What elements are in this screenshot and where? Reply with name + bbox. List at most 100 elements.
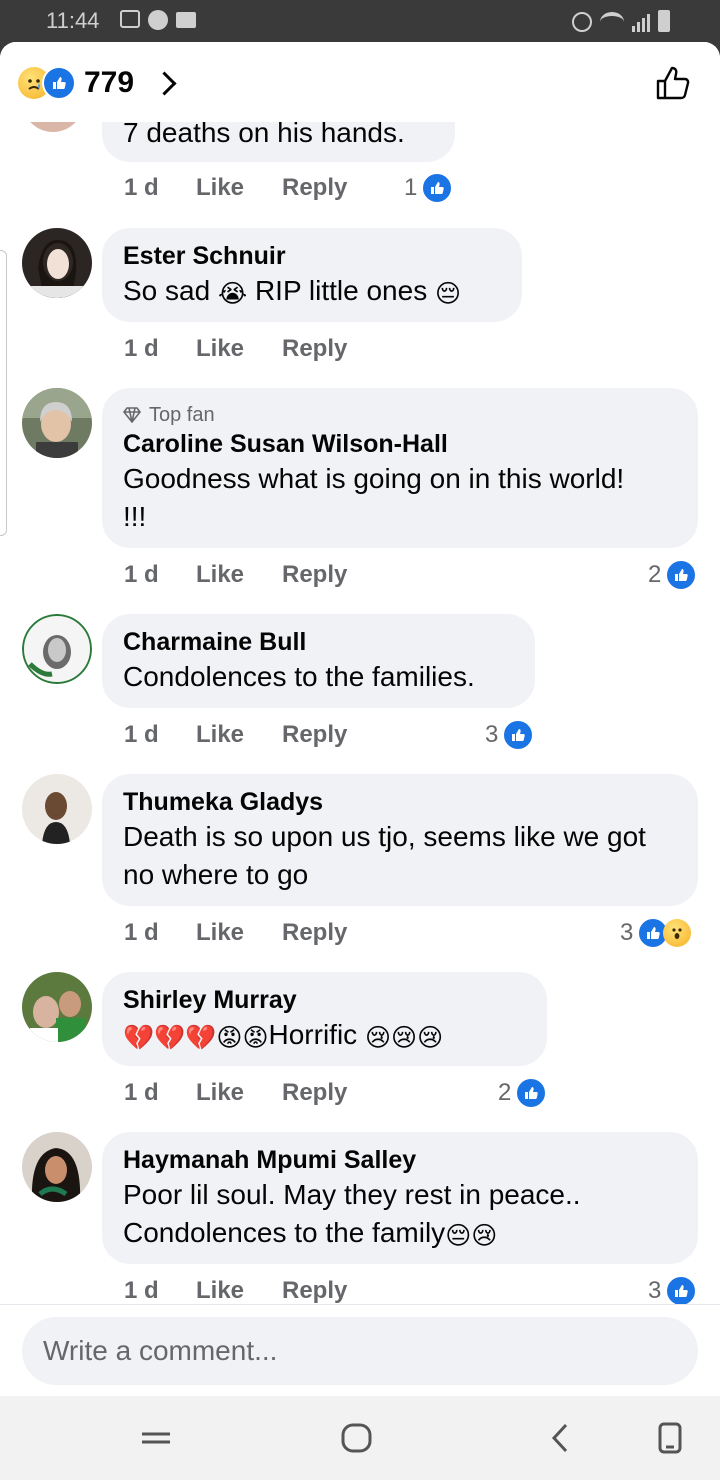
comment-text: Goodness what is going on in this world!…	[123, 463, 625, 532]
like-reaction-icon	[515, 1077, 548, 1109]
comment-reactions[interactable]: 3	[648, 1275, 698, 1307]
system-icons	[572, 10, 670, 32]
reply-button[interactable]: Reply	[282, 919, 347, 947]
comment-text-part: So sad	[123, 275, 218, 306]
emoji-group: 😢😢😢	[364, 1024, 444, 1052]
reaction-count: 3	[648, 1277, 662, 1304]
wow-reaction-icon	[663, 919, 692, 947]
reaction-count: 3	[620, 919, 634, 946]
like-button[interactable]: Like	[196, 561, 282, 589]
like-button[interactable]: Like	[196, 1277, 282, 1305]
comment-actions: 1 d Like Reply	[124, 168, 347, 208]
diamond-icon	[123, 407, 141, 423]
thumbs-up-outline-icon[interactable]	[654, 64, 692, 107]
comment-composer-bar: Write a comment...	[0, 1304, 720, 1396]
like-reaction-icon	[665, 1275, 698, 1307]
reply-button[interactable]: Reply	[282, 1277, 347, 1305]
reply-button[interactable]: Reply	[282, 174, 347, 202]
like-reaction-icon	[665, 559, 698, 591]
comment-reactions[interactable]: 2	[648, 559, 698, 591]
reaction-count: 3	[485, 721, 499, 748]
status-time: 11:44	[46, 8, 100, 33]
comment-bubble: Shirley Murray 💔💔💔😡😡Horrific 😢😢😢	[102, 972, 547, 1066]
music-icon	[148, 10, 168, 30]
folder-icon	[176, 12, 196, 28]
comment-text-part: RIP little ones	[247, 275, 435, 306]
scroll-indicator[interactable]	[0, 250, 7, 536]
chevron-right-icon	[152, 70, 177, 96]
comment-text-part: Condolences to the family	[123, 1217, 446, 1248]
comment-author[interactable]: Shirley Murray	[123, 984, 525, 1016]
reply-button[interactable]: Reply	[282, 1079, 347, 1107]
comment-actions: 1 d Like Reply	[124, 913, 347, 953]
alarm-icon	[572, 12, 592, 32]
reaction-count: 2	[498, 1079, 512, 1106]
comment-input-placeholder: Write a comment...	[43, 1335, 278, 1366]
like-button[interactable]: Like	[196, 1079, 282, 1107]
signal-icon	[632, 12, 650, 32]
like-button[interactable]: Like	[196, 174, 282, 202]
menu-nav-icon[interactable]	[140, 1422, 172, 1459]
like-button[interactable]: Like	[196, 919, 282, 947]
comment-bubble: Top fan Caroline Susan Wilson-Hall Goodn…	[102, 388, 698, 548]
comment-actions: 1 d Like Reply	[124, 555, 347, 595]
avatar[interactable]	[22, 388, 92, 458]
status-bar: 11:44	[0, 0, 720, 42]
reply-button[interactable]: Reply	[282, 721, 347, 749]
recents-nav-icon[interactable]	[656, 1422, 684, 1459]
crying-emoji: 😭	[217, 280, 248, 308]
comment-text: Condolences to the family😔😢	[123, 1214, 676, 1255]
avatar[interactable]	[22, 972, 92, 1042]
comment-actions: 1 d Like Reply	[124, 329, 347, 369]
comment-time: 1 d	[124, 174, 159, 201]
like-button[interactable]: Like	[196, 335, 282, 363]
comment-time: 1 d	[124, 721, 159, 748]
home-nav-icon[interactable]	[340, 1422, 374, 1459]
notification-icons	[120, 10, 196, 30]
comment-actions: 1 d Like Reply	[124, 1073, 347, 1113]
comment-reactions[interactable]: 2	[498, 1077, 548, 1109]
like-reaction-icon	[502, 719, 535, 751]
battery-icon	[658, 10, 670, 32]
comment-time: 1 d	[124, 1079, 159, 1106]
pensive-emoji: 😔	[434, 280, 462, 308]
comment-author[interactable]: Thumeka Gladys	[123, 786, 676, 818]
like-button[interactable]: Like	[196, 721, 282, 749]
comment-time: 1 d	[124, 561, 159, 588]
comment-text: Death is so upon us tjo, seems like we g…	[123, 821, 646, 890]
avatar[interactable]	[22, 228, 92, 298]
comments-sheet: 7 deaths on his hands. 1 d Like Reply 1 …	[0, 42, 720, 1396]
comment-bubble: Ester Schnuir So sad 😭 RIP little ones 😔	[102, 228, 522, 322]
comment-input[interactable]: Write a comment...	[22, 1317, 698, 1385]
comment-actions: 1 d Like Reply	[124, 715, 347, 755]
like-reaction-icon	[42, 66, 76, 100]
avatar[interactable]	[22, 1132, 92, 1202]
gallery-icon	[120, 10, 140, 28]
comment-text: 💔💔💔😡😡Horrific 😢😢😢	[123, 1016, 525, 1057]
comment-author[interactable]: Ester Schnuir	[123, 240, 500, 272]
back-nav-icon[interactable]	[548, 1422, 572, 1459]
wifi-icon	[600, 12, 624, 32]
comment-bubble: Thumeka Gladys Death is so upon us tjo, …	[102, 774, 698, 906]
comment-author[interactable]: Caroline Susan Wilson-Hall	[123, 428, 676, 460]
reaction-total: 779	[84, 66, 135, 99]
comment-bubble: Charmaine Bull Condolences to the famili…	[102, 614, 535, 708]
comment-author[interactable]: Charmaine Bull	[123, 626, 513, 658]
comment-text: Poor lil soul. May they rest in peace..	[123, 1179, 581, 1210]
reply-button[interactable]: Reply	[282, 335, 347, 363]
comment-time: 1 d	[124, 919, 159, 946]
avatar[interactable]	[22, 614, 92, 684]
navigation-bar	[0, 1396, 720, 1480]
comment-bubble: Haymanah Mpumi Salley Poor lil soul. May…	[102, 1132, 698, 1264]
reaction-summary[interactable]: 779	[18, 66, 177, 100]
comment-author[interactable]: Haymanah Mpumi Salley	[123, 1144, 676, 1176]
comment-reactions[interactable]: 3	[485, 719, 535, 751]
comments-list[interactable]: 7 deaths on his hands. 1 d Like Reply 1 …	[0, 42, 720, 1307]
emoji-group: 💔💔💔😡😡	[123, 1024, 269, 1052]
avatar[interactable]	[22, 774, 92, 844]
reply-button[interactable]: Reply	[282, 561, 347, 589]
comment-reactions[interactable]: 1	[404, 172, 454, 204]
comment-text: So sad 😭 RIP little ones 😔	[123, 272, 500, 313]
reaction-count: 1	[404, 174, 418, 201]
comment-reactions[interactable]: 3	[620, 917, 692, 949]
